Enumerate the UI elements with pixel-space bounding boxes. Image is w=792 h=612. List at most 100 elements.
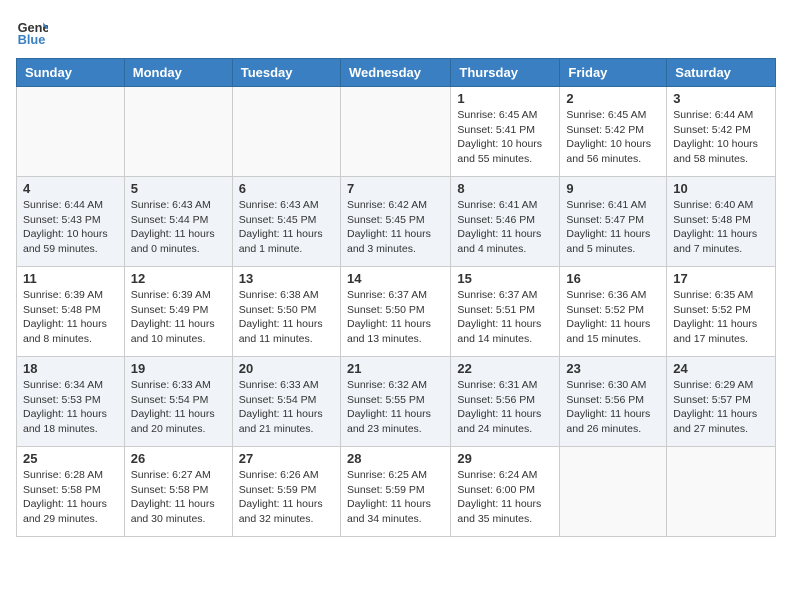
calendar-cell: 5 Sunrise: 6:43 AM Sunset: 5:44 PM Daylig… xyxy=(124,177,232,267)
calendar-cell xyxy=(232,87,340,177)
day-info: Sunrise: 6:44 AM Sunset: 5:42 PM Dayligh… xyxy=(673,108,769,167)
calendar-cell: 16 Sunrise: 6:36 AM Sunset: 5:52 PM Dayli… xyxy=(560,267,667,357)
day-info: Sunrise: 6:39 AM Sunset: 5:48 PM Dayligh… xyxy=(23,288,118,347)
day-number: 12 xyxy=(131,271,226,286)
day-number: 2 xyxy=(566,91,660,106)
calendar-cell: 1 Sunrise: 6:45 AM Sunset: 5:41 PM Daylig… xyxy=(451,87,560,177)
calendar-cell: 21 Sunrise: 6:32 AM Sunset: 5:55 PM Dayli… xyxy=(340,357,450,447)
calendar-week-4: 18 Sunrise: 6:34 AM Sunset: 5:53 PM Dayli… xyxy=(17,357,776,447)
day-header-sunday: Sunday xyxy=(17,59,125,87)
calendar-cell xyxy=(124,87,232,177)
day-info: Sunrise: 6:45 AM Sunset: 5:41 PM Dayligh… xyxy=(457,108,553,167)
calendar-cell xyxy=(17,87,125,177)
calendar-cell: 25Sunrise: 6:28 AM Sunset: 5:58 PM Dayli… xyxy=(17,447,125,537)
day-info: Sunrise: 6:35 AM Sunset: 5:52 PM Dayligh… xyxy=(673,288,769,347)
day-info: Sunrise: 6:39 AM Sunset: 5:49 PM Dayligh… xyxy=(131,288,226,347)
day-info: Sunrise: 6:32 AM Sunset: 5:55 PM Dayligh… xyxy=(347,378,444,437)
day-number: 15 xyxy=(457,271,553,286)
day-number: 6 xyxy=(239,181,334,196)
day-info: Sunrise: 6:25 AM Sunset: 5:59 PM Dayligh… xyxy=(347,468,444,527)
calendar-cell: 10 Sunrise: 6:40 AM Sunset: 5:48 PM Dayli… xyxy=(667,177,776,267)
day-info: Sunrise: 6:37 AM Sunset: 5:50 PM Dayligh… xyxy=(347,288,444,347)
day-info: Sunrise: 6:34 AM Sunset: 5:53 PM Dayligh… xyxy=(23,378,118,437)
calendar-cell: 4 Sunrise: 6:44 AM Sunset: 5:43 PM Daylig… xyxy=(17,177,125,267)
day-header-wednesday: Wednesday xyxy=(340,59,450,87)
calendar-week-5: 25Sunrise: 6:28 AM Sunset: 5:58 PM Dayli… xyxy=(17,447,776,537)
day-number: 1 xyxy=(457,91,553,106)
calendar-cell: 3Sunrise: 6:44 AM Sunset: 5:42 PM Daylig… xyxy=(667,87,776,177)
day-number: 21 xyxy=(347,361,444,376)
calendar-cell: 22 Sunrise: 6:31 AM Sunset: 5:56 PM Dayli… xyxy=(451,357,560,447)
day-number: 11 xyxy=(23,271,118,286)
day-header-saturday: Saturday xyxy=(667,59,776,87)
day-info: Sunrise: 6:29 AM Sunset: 5:57 PM Dayligh… xyxy=(673,378,769,437)
calendar-cell xyxy=(560,447,667,537)
day-info: Sunrise: 6:28 AM Sunset: 5:58 PM Dayligh… xyxy=(23,468,118,527)
day-number: 13 xyxy=(239,271,334,286)
day-info: Sunrise: 6:36 AM Sunset: 5:52 PM Dayligh… xyxy=(566,288,660,347)
day-number: 27 xyxy=(239,451,334,466)
day-number: 16 xyxy=(566,271,660,286)
day-number: 9 xyxy=(566,181,660,196)
calendar-week-3: 11 Sunrise: 6:39 AM Sunset: 5:48 PM Dayli… xyxy=(17,267,776,357)
svg-text:Blue: Blue xyxy=(18,32,46,47)
day-header-monday: Monday xyxy=(124,59,232,87)
calendar-cell: 7 Sunrise: 6:42 AM Sunset: 5:45 PM Daylig… xyxy=(340,177,450,267)
calendar-week-1: 1 Sunrise: 6:45 AM Sunset: 5:41 PM Daylig… xyxy=(17,87,776,177)
day-info: Sunrise: 6:41 AM Sunset: 5:47 PM Dayligh… xyxy=(566,198,660,257)
logo-icon: General Blue xyxy=(16,16,48,48)
header: General Blue xyxy=(16,16,776,48)
day-number: 28 xyxy=(347,451,444,466)
calendar-header-row: SundayMondayTuesdayWednesdayThursdayFrid… xyxy=(17,59,776,87)
day-info: Sunrise: 6:31 AM Sunset: 5:56 PM Dayligh… xyxy=(457,378,553,437)
day-info: Sunrise: 6:27 AM Sunset: 5:58 PM Dayligh… xyxy=(131,468,226,527)
calendar-cell: 14 Sunrise: 6:37 AM Sunset: 5:50 PM Dayli… xyxy=(340,267,450,357)
day-number: 20 xyxy=(239,361,334,376)
day-info: Sunrise: 6:38 AM Sunset: 5:50 PM Dayligh… xyxy=(239,288,334,347)
calendar-cell: 26 Sunrise: 6:27 AM Sunset: 5:58 PM Dayli… xyxy=(124,447,232,537)
day-number: 23 xyxy=(566,361,660,376)
day-number: 22 xyxy=(457,361,553,376)
day-number: 14 xyxy=(347,271,444,286)
day-info: Sunrise: 6:30 AM Sunset: 5:56 PM Dayligh… xyxy=(566,378,660,437)
day-info: Sunrise: 6:40 AM Sunset: 5:48 PM Dayligh… xyxy=(673,198,769,257)
day-info: Sunrise: 6:24 AM Sunset: 6:00 PM Dayligh… xyxy=(457,468,553,527)
calendar-cell: 17 Sunrise: 6:35 AM Sunset: 5:52 PM Dayli… xyxy=(667,267,776,357)
day-info: Sunrise: 6:37 AM Sunset: 5:51 PM Dayligh… xyxy=(457,288,553,347)
calendar-table: SundayMondayTuesdayWednesdayThursdayFrid… xyxy=(16,58,776,537)
calendar-cell: 23 Sunrise: 6:30 AM Sunset: 5:56 PM Dayli… xyxy=(560,357,667,447)
logo: General Blue xyxy=(16,16,52,48)
calendar-cell: 2 Sunrise: 6:45 AM Sunset: 5:42 PM Daylig… xyxy=(560,87,667,177)
day-info: Sunrise: 6:33 AM Sunset: 5:54 PM Dayligh… xyxy=(131,378,226,437)
day-number: 10 xyxy=(673,181,769,196)
day-number: 29 xyxy=(457,451,553,466)
day-number: 7 xyxy=(347,181,444,196)
day-info: Sunrise: 6:44 AM Sunset: 5:43 PM Dayligh… xyxy=(23,198,118,257)
calendar-cell: 18 Sunrise: 6:34 AM Sunset: 5:53 PM Dayli… xyxy=(17,357,125,447)
day-info: Sunrise: 6:26 AM Sunset: 5:59 PM Dayligh… xyxy=(239,468,334,527)
calendar-cell: 27 Sunrise: 6:26 AM Sunset: 5:59 PM Dayli… xyxy=(232,447,340,537)
calendar-cell: 24Sunrise: 6:29 AM Sunset: 5:57 PM Dayli… xyxy=(667,357,776,447)
day-info: Sunrise: 6:45 AM Sunset: 5:42 PM Dayligh… xyxy=(566,108,660,167)
day-header-thursday: Thursday xyxy=(451,59,560,87)
day-number: 19 xyxy=(131,361,226,376)
day-number: 4 xyxy=(23,181,118,196)
day-number: 17 xyxy=(673,271,769,286)
day-info: Sunrise: 6:33 AM Sunset: 5:54 PM Dayligh… xyxy=(239,378,334,437)
day-info: Sunrise: 6:42 AM Sunset: 5:45 PM Dayligh… xyxy=(347,198,444,257)
calendar-week-2: 4 Sunrise: 6:44 AM Sunset: 5:43 PM Daylig… xyxy=(17,177,776,267)
day-info: Sunrise: 6:43 AM Sunset: 5:45 PM Dayligh… xyxy=(239,198,334,257)
calendar-cell: 12 Sunrise: 6:39 AM Sunset: 5:49 PM Dayli… xyxy=(124,267,232,357)
day-info: Sunrise: 6:41 AM Sunset: 5:46 PM Dayligh… xyxy=(457,198,553,257)
calendar-cell: 15 Sunrise: 6:37 AM Sunset: 5:51 PM Dayli… xyxy=(451,267,560,357)
calendar-cell: 29 Sunrise: 6:24 AM Sunset: 6:00 PM Dayli… xyxy=(451,447,560,537)
day-number: 5 xyxy=(131,181,226,196)
day-number: 8 xyxy=(457,181,553,196)
day-number: 18 xyxy=(23,361,118,376)
calendar-cell: 13 Sunrise: 6:38 AM Sunset: 5:50 PM Dayli… xyxy=(232,267,340,357)
calendar-cell xyxy=(340,87,450,177)
day-number: 26 xyxy=(131,451,226,466)
day-info: Sunrise: 6:43 AM Sunset: 5:44 PM Dayligh… xyxy=(131,198,226,257)
calendar-cell: 9 Sunrise: 6:41 AM Sunset: 5:47 PM Daylig… xyxy=(560,177,667,267)
calendar-cell: 11 Sunrise: 6:39 AM Sunset: 5:48 PM Dayli… xyxy=(17,267,125,357)
